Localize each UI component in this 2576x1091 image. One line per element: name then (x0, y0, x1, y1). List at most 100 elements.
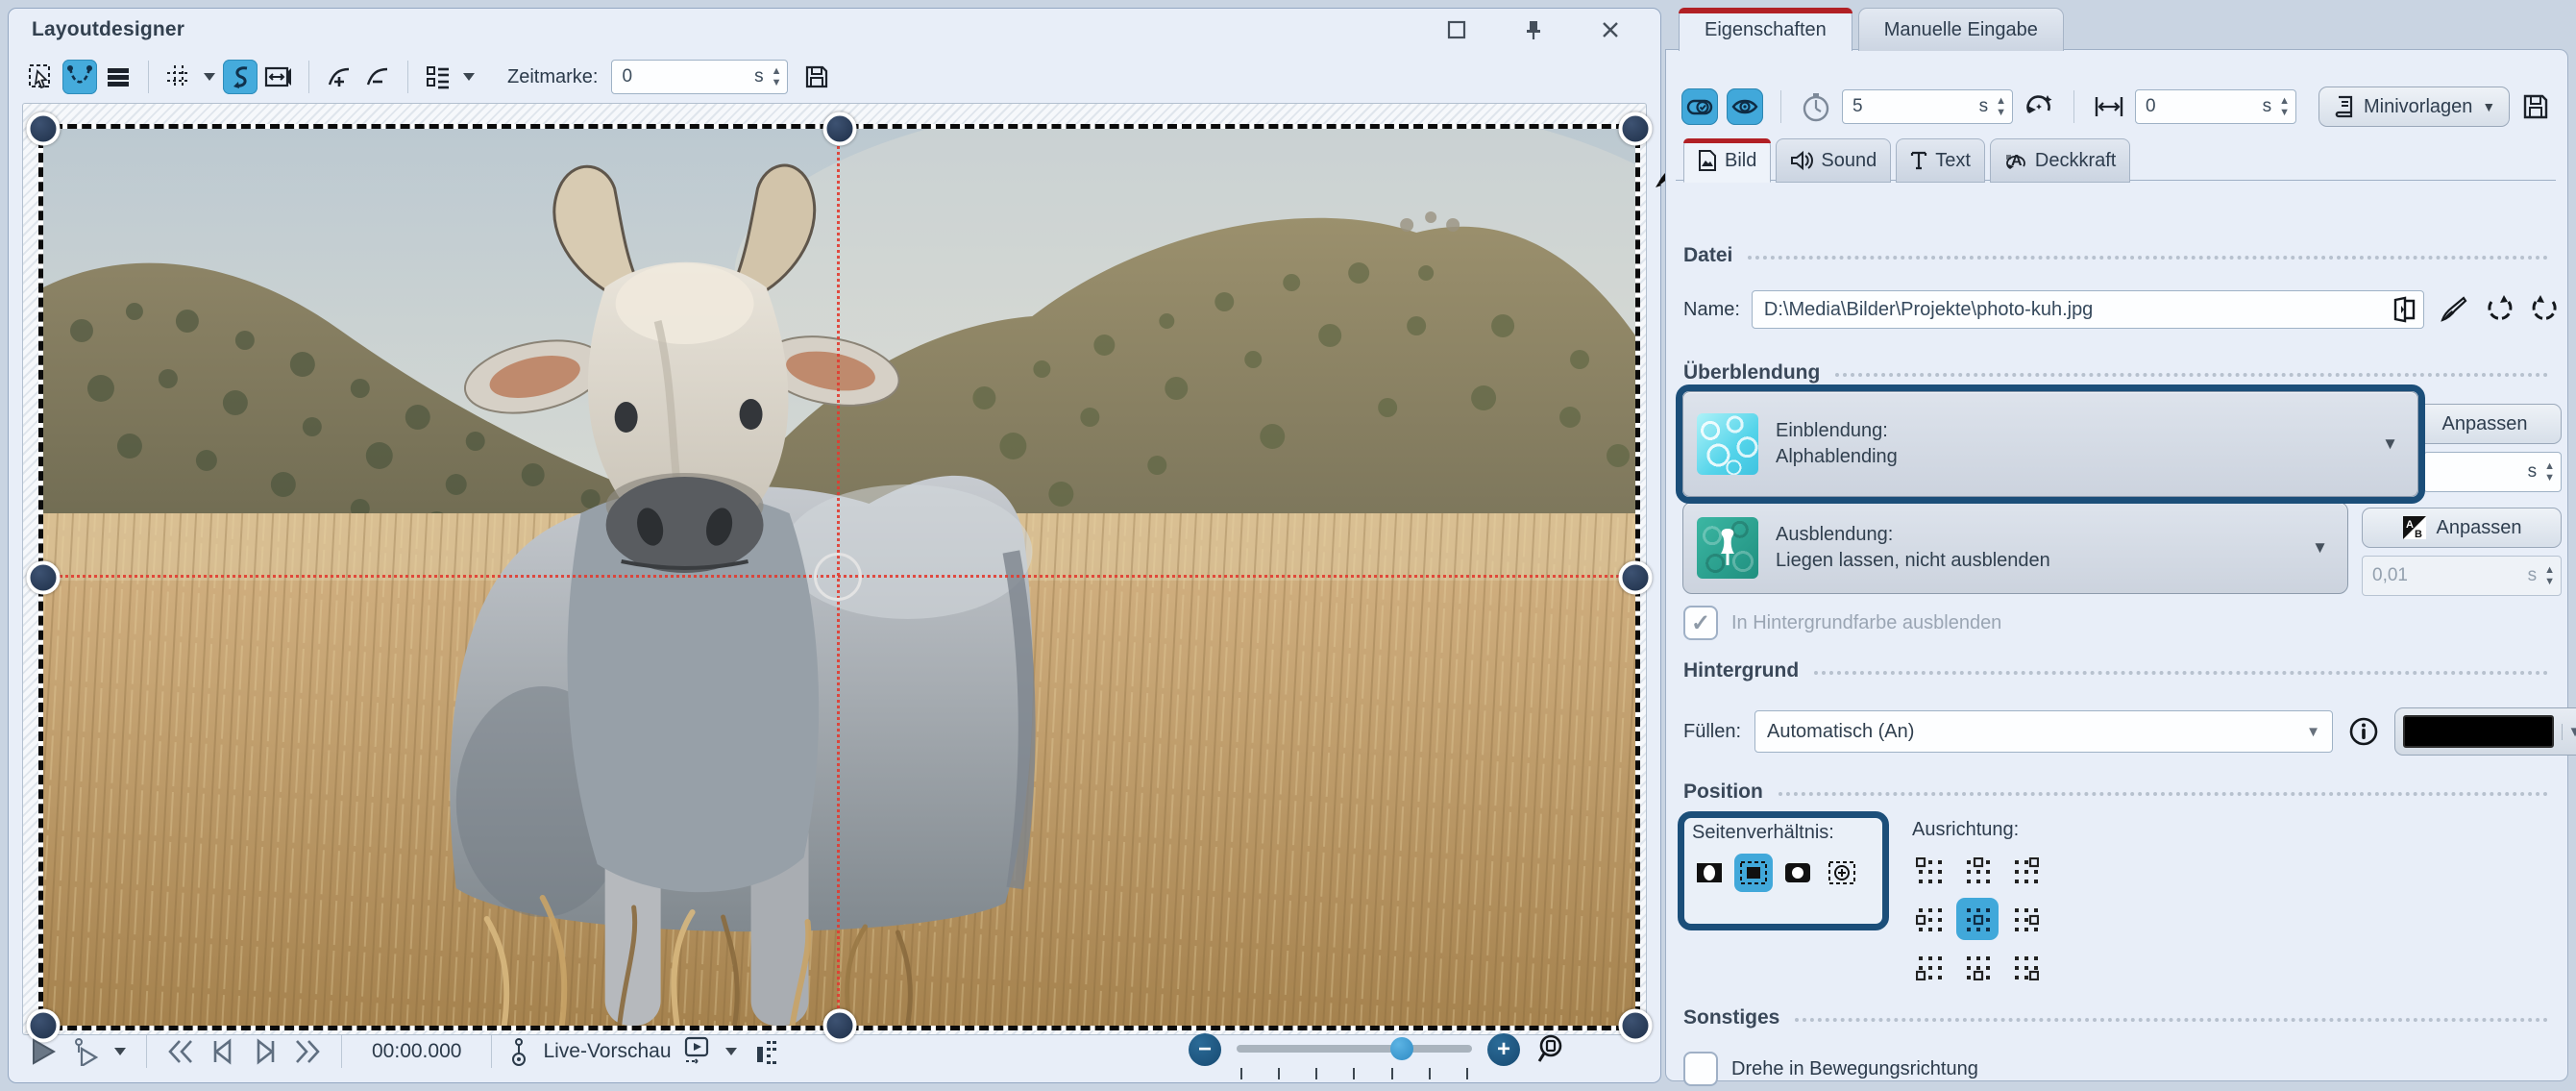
previous-frame-button[interactable] (206, 1034, 240, 1069)
selected-image-object[interactable] (38, 124, 1640, 1030)
align-center-button[interactable] (1956, 898, 1999, 940)
section-position-title: Position (1683, 781, 1763, 804)
hintergrundfarbe-checkbox[interactable]: ✓ (1683, 606, 1718, 640)
fuellen-combobox[interactable]: Automatisch (An) ▼ (1754, 710, 2333, 753)
grid-options-dropdown[interactable] (200, 60, 219, 94)
resize-handle-middle-right[interactable] (1619, 560, 1653, 594)
einblendung-dropdown[interactable]: Einblendung: Alphablending ▼ (1682, 391, 2418, 497)
align-middle-right-button[interactable] (2004, 898, 2047, 940)
tab-sound[interactable]: Sound (1776, 138, 1891, 183)
edit-image-button[interactable] (2436, 292, 2470, 327)
live-preview-pin-icon[interactable] (508, 1034, 535, 1069)
save-template-button[interactable] (2518, 89, 2553, 124)
toggle-enabled-button[interactable] (1681, 88, 1718, 125)
tab-text[interactable]: Text (1896, 138, 1985, 183)
zoom-slider-thumb[interactable] (1390, 1037, 1413, 1060)
zoom-slider[interactable] (1237, 1033, 1472, 1066)
zoom-slider-track[interactable] (1237, 1045, 1472, 1053)
live-preview-label[interactable]: Live-Vorschau (543, 1040, 671, 1063)
offset-value[interactable]: 0 (2136, 96, 2263, 117)
zeitmarke-down[interactable]: ▼ (772, 79, 782, 87)
pin-button[interactable] (1516, 12, 1551, 47)
tab-bild[interactable]: Bild (1683, 138, 1771, 183)
align-bottom-left-button[interactable] (1908, 946, 1950, 988)
motion-path-tool-button[interactable] (223, 60, 258, 94)
duration-value[interactable]: 5 (1843, 96, 1979, 117)
duration-down[interactable]: ▼ (1996, 109, 2006, 117)
titlebar[interactable]: Layoutdesigner (9, 9, 1660, 51)
add-keypoint-button[interactable] (322, 60, 356, 94)
hintergrundfarbe-checkbox-row[interactable]: ✓ In Hintergrundfarbe ausblenden (1683, 606, 2001, 640)
keyframe-curve-tool-button[interactable] (62, 60, 97, 94)
aspect-stretch-button[interactable] (1779, 854, 1817, 892)
layout-canvas[interactable] (22, 103, 1647, 1035)
random-duration-button[interactable] (2022, 89, 2056, 124)
align-bottom-center-button[interactable] (1956, 946, 1999, 988)
tab-deckkraft[interactable]: A Deckkraft (1990, 138, 2130, 183)
play-button[interactable] (26, 1034, 61, 1069)
play-options-dropdown[interactable] (110, 1034, 130, 1069)
save-timemark-button[interactable] (799, 60, 834, 94)
einblendung-up[interactable]: ▲ (2544, 462, 2555, 471)
remove-keypoint-button[interactable] (360, 60, 395, 94)
background-color-caret[interactable]: ▼ (2562, 724, 2576, 740)
duration-spinner[interactable]: 5 s ▲▼ (1842, 89, 2013, 124)
einblendung-anpassen-button[interactable]: Anpassen (2408, 404, 2562, 444)
zoom-fit-button[interactable] (1535, 1032, 1570, 1067)
align-top-right-button[interactable] (2004, 850, 2047, 892)
play-from-timemark-button[interactable] (68, 1034, 103, 1069)
tracks-tool-button[interactable] (101, 60, 135, 94)
drehe-checkbox[interactable] (1683, 1052, 1718, 1086)
offset-down[interactable]: ▼ (2279, 109, 2290, 117)
close-button[interactable] (1593, 12, 1628, 47)
zeitmarke-spinner[interactable]: 0 s ▲▼ (611, 60, 788, 94)
object-list-dropdown[interactable] (459, 60, 478, 94)
duration-up[interactable]: ▲ (1996, 97, 2006, 106)
tab-manuelle-eingabe[interactable]: Manuelle Eingabe (1858, 8, 2064, 51)
tab-eigenschaften[interactable]: Eigenschaften (1679, 8, 1852, 51)
rotate-left-button[interactable] (2482, 292, 2516, 327)
object-list-button[interactable] (421, 60, 455, 94)
maximize-button[interactable] (1439, 12, 1474, 47)
grid-tool-button[interactable] (161, 60, 196, 94)
transform-frame-tool-button[interactable] (261, 60, 296, 94)
preview-options-dropdown[interactable] (722, 1034, 741, 1069)
visibility-button[interactable] (1727, 88, 1763, 125)
offset-spinner[interactable]: 0 s ▲▼ (2135, 89, 2296, 124)
resize-handle-top-left[interactable] (27, 112, 61, 146)
rotation-center-marker[interactable] (814, 553, 862, 601)
info-icon[interactable] (2346, 714, 2381, 749)
skip-to-end-button[interactable] (290, 1034, 325, 1069)
resize-handle-top-center[interactable] (822, 112, 856, 146)
rotate-right-button[interactable] (2528, 292, 2563, 327)
einblendung-down[interactable]: ▼ (2544, 474, 2555, 483)
background-color-button[interactable]: ▼ (2394, 707, 2576, 756)
align-top-center-button[interactable] (1956, 850, 1999, 892)
next-frame-button[interactable] (248, 1034, 282, 1069)
zeitmarke-up[interactable]: ▲ (772, 67, 782, 76)
offset-up[interactable]: ▲ (2279, 97, 2290, 106)
aspect-crop-button[interactable] (1823, 854, 1861, 892)
zoom-out-button[interactable]: − (1189, 1033, 1221, 1066)
resize-handle-middle-left[interactable] (27, 560, 61, 594)
minivorlagen-button[interactable]: Minivorlagen ▼ (2318, 87, 2510, 127)
drehe-checkbox-row[interactable]: Drehe in Bewegungsrichtung (1683, 1052, 1978, 1086)
preview-window-button[interactable] (679, 1034, 714, 1069)
align-top-left-button[interactable] (1908, 850, 1950, 892)
zeitmarke-value[interactable]: 0 (612, 66, 754, 87)
select-tool-button[interactable] (24, 60, 59, 94)
einblendung-duration-spinner[interactable]: s ▲▼ (2423, 452, 2562, 492)
zoom-in-button[interactable]: + (1487, 1033, 1520, 1066)
ausblendung-dropdown[interactable]: Ausblendung: Liegen lassen, nicht ausble… (1682, 502, 2348, 594)
aspect-fill-frame-button[interactable] (1734, 854, 1773, 892)
skip-to-start-button[interactable] (163, 1034, 198, 1069)
performance-monitor-button[interactable] (748, 1034, 783, 1069)
browse-folder-icon[interactable] (2385, 292, 2423, 327)
file-path-value[interactable]: D:\Media\Bilder\Projekte\photo-kuh.jpg (1753, 299, 2385, 321)
file-path-input[interactable]: D:\Media\Bilder\Projekte\photo-kuh.jpg (1752, 290, 2424, 329)
ausblendung-anpassen-button[interactable]: AB Anpassen (2362, 508, 2562, 548)
aspect-keep-button[interactable] (1690, 854, 1729, 892)
resize-handle-top-right[interactable] (1619, 112, 1653, 146)
align-middle-left-button[interactable] (1908, 898, 1950, 940)
align-bottom-right-button[interactable] (2004, 946, 2047, 988)
